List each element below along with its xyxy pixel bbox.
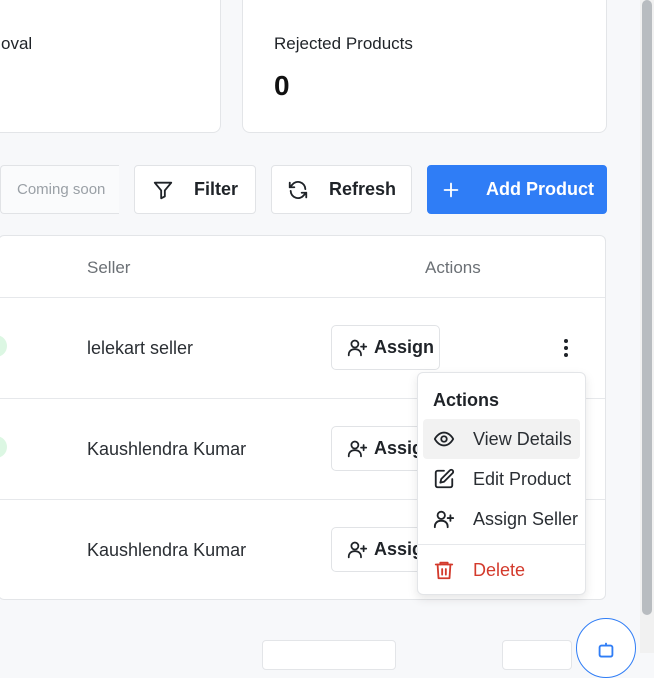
refresh-button[interactable]: Refresh bbox=[271, 165, 412, 214]
status-badge bbox=[0, 436, 7, 458]
pagination-control[interactable] bbox=[262, 640, 396, 670]
filter-label: Filter bbox=[193, 179, 238, 199]
edit-product-label: Edit Product bbox=[473, 468, 572, 489]
refresh-label: Refresh bbox=[328, 179, 397, 199]
assign-seller-label: Assign Seller bbox=[473, 508, 579, 529]
actions-menu-title: Actions bbox=[433, 390, 500, 410]
rejected-products-title: Rejected Products bbox=[274, 34, 413, 53]
bot-icon bbox=[598, 642, 614, 658]
actions-column-header: Actions bbox=[425, 258, 481, 277]
assign-button[interactable]: Assign bbox=[331, 325, 440, 370]
assign-label: Assign bbox=[374, 337, 435, 357]
scrollbar-thumb[interactable] bbox=[642, 0, 652, 615]
plus-icon bbox=[443, 182, 459, 197]
seller-name: lelekart seller bbox=[87, 338, 194, 358]
menu-divider bbox=[418, 544, 585, 545]
user-plus-icon bbox=[347, 440, 368, 458]
delete-label: Delete bbox=[473, 559, 526, 580]
pending-approval-card: oval bbox=[0, 0, 221, 133]
pagination-control[interactable] bbox=[502, 640, 572, 670]
filter-icon bbox=[153, 181, 173, 199]
trash-icon bbox=[434, 561, 454, 580]
user-plus-icon bbox=[347, 339, 368, 357]
refresh-icon bbox=[288, 180, 308, 199]
rejected-products-count: 0 bbox=[274, 70, 290, 101]
seller-name: Kaushlendra Kumar bbox=[87, 439, 247, 459]
status-badge bbox=[0, 335, 7, 357]
eye-icon bbox=[433, 431, 455, 447]
assign-seller-menu-item[interactable]: Assign Seller bbox=[423, 499, 580, 539]
view-details-label: View Details bbox=[473, 428, 572, 449]
coming-soon-text: Coming soon bbox=[17, 181, 106, 198]
user-plus-icon bbox=[347, 541, 368, 559]
rejected-products-card: Rejected Products 0 bbox=[242, 0, 607, 133]
add-product-label: Add Product bbox=[486, 179, 594, 199]
actions-menu: Actions View Details Edit Product Assign… bbox=[417, 372, 586, 595]
edit-icon bbox=[434, 468, 455, 489]
chat-assistant-button[interactable] bbox=[576, 618, 636, 678]
delete-menu-item[interactable]: Delete bbox=[423, 550, 580, 590]
user-plus-icon bbox=[433, 510, 455, 529]
more-options-icon[interactable] bbox=[556, 336, 576, 360]
edit-product-menu-item[interactable]: Edit Product bbox=[423, 459, 580, 499]
add-product-button[interactable]: Add Product bbox=[427, 165, 607, 214]
filter-button[interactable]: Filter bbox=[134, 165, 256, 214]
seller-name: Kaushlendra Kumar bbox=[87, 540, 247, 560]
coming-soon-field: Coming soon bbox=[0, 165, 119, 214]
seller-column-header: Seller bbox=[87, 258, 131, 277]
view-details-menu-item[interactable]: View Details bbox=[423, 419, 580, 459]
pending-approval-title: oval bbox=[1, 34, 33, 53]
